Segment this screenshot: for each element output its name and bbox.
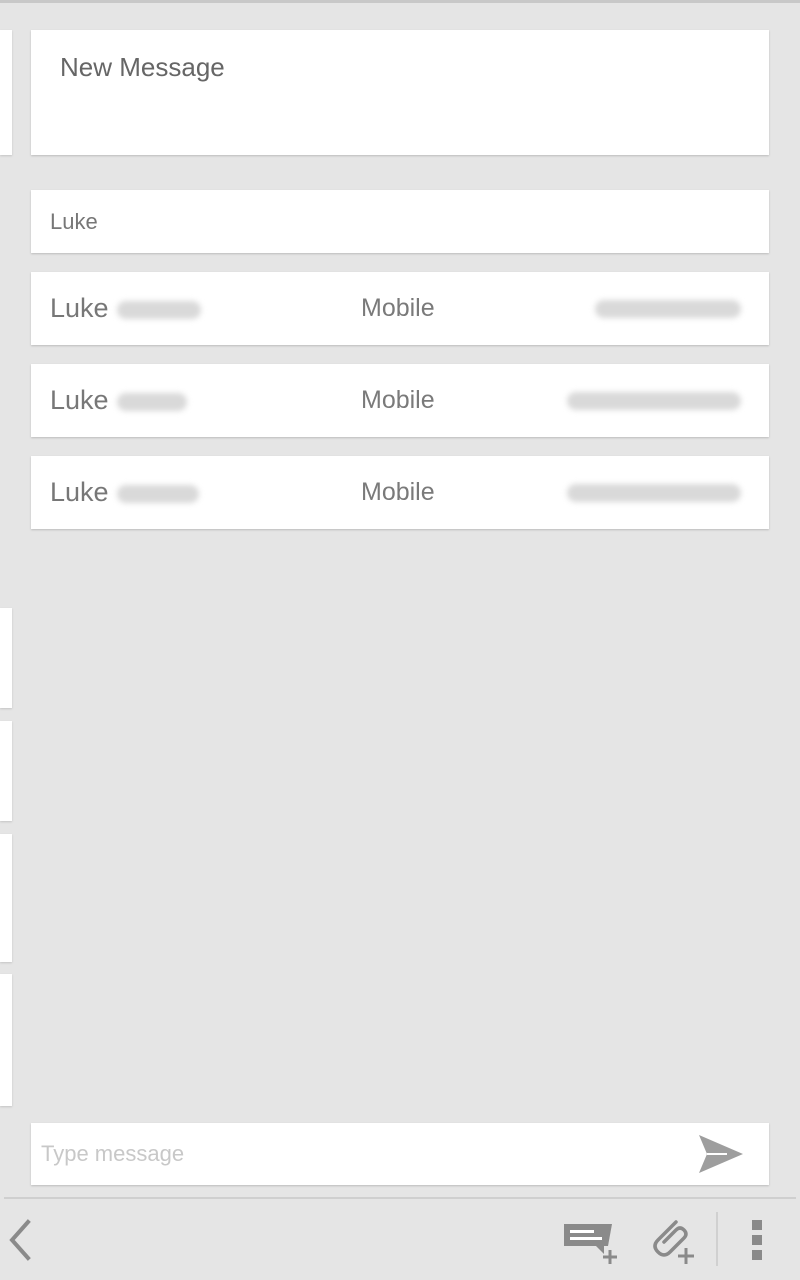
send-button[interactable] (697, 1131, 747, 1177)
message-input[interactable] (41, 1123, 681, 1185)
contact-surname-redacted (116, 300, 201, 319)
quick-text-button[interactable] (560, 1218, 622, 1266)
quick-text-add-icon (564, 1224, 617, 1264)
bottom-bar-divider (4, 1197, 796, 1199)
conversation-list-stub-5[interactable] (0, 974, 12, 1106)
overflow-menu-icon (752, 1220, 762, 1260)
contact-number-type: Mobile (361, 386, 435, 414)
recipient-input[interactable] (50, 190, 750, 253)
action-bar-separator (716, 1212, 718, 1266)
compose-card (31, 1123, 769, 1185)
attachment-add-icon (653, 1220, 694, 1264)
contact-name: Luke (50, 364, 187, 437)
contact-surname-redacted (116, 392, 187, 411)
contact-number-type: Mobile (361, 478, 435, 506)
contact-first-name: Luke (50, 293, 109, 323)
back-button[interactable] (4, 1218, 36, 1262)
contact-suggestion[interactable]: Luke Mobile (31, 456, 769, 529)
conversation-list-stub-4[interactable] (0, 834, 12, 962)
contact-number-redacted (567, 392, 741, 410)
contact-surname-redacted (116, 484, 199, 503)
contact-number-redacted (567, 484, 741, 502)
conversation-list-stub-2[interactable] (0, 608, 12, 708)
header-card: New Message (31, 30, 769, 155)
attach-button[interactable] (646, 1214, 700, 1266)
contact-number-type: Mobile (361, 294, 435, 322)
contact-suggestion[interactable]: Luke Mobile (31, 364, 769, 437)
page-title: New Message (60, 52, 225, 82)
send-icon (699, 1135, 743, 1173)
back-chevron-icon (9, 1219, 31, 1261)
overflow-menu-button[interactable] (744, 1216, 772, 1264)
contact-name: Luke (50, 272, 201, 345)
contact-name: Luke (50, 456, 199, 529)
contact-number-redacted (595, 300, 741, 318)
conversation-list-stub-1[interactable] (0, 30, 12, 155)
status-divider (0, 0, 800, 3)
recipient-field-card[interactable] (31, 190, 769, 253)
contact-first-name: Luke (50, 385, 109, 415)
conversation-list-stub-3[interactable] (0, 721, 12, 821)
contact-first-name: Luke (50, 477, 109, 507)
contact-suggestion[interactable]: Luke Mobile (31, 272, 769, 345)
